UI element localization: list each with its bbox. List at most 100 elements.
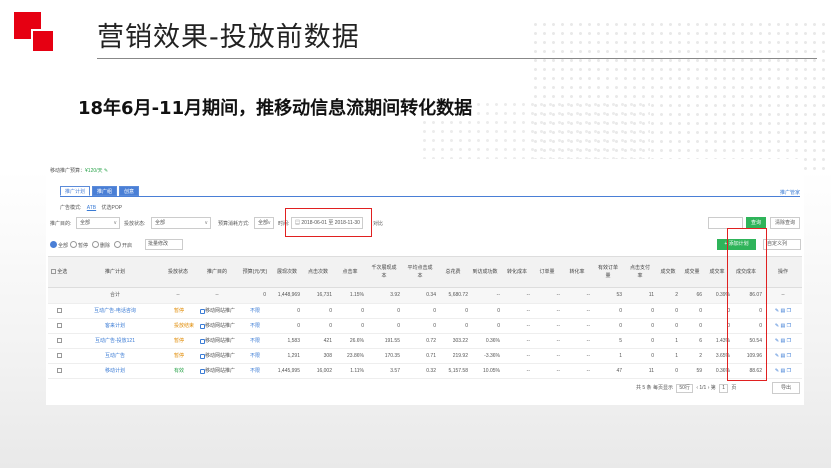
edit-icon[interactable]: ✎ — [775, 353, 779, 359]
chart-icon[interactable]: ▤ — [780, 353, 785, 359]
custom-columns-select[interactable]: 自定义列 — [763, 239, 801, 250]
cell-visits: 10.05% — [483, 368, 500, 374]
cell-deals: 0 — [675, 308, 678, 314]
pagination: 共 5 条 每页显示 50行 ‹ 1/1 › 第 1 页 — [636, 384, 736, 393]
cell-orders: -- — [556, 353, 560, 359]
batch-edit-select[interactable]: 批量修改 — [145, 239, 183, 250]
total-budget: 0 — [263, 292, 266, 298]
cell-name[interactable]: 移动计划 — [70, 364, 160, 379]
target-select[interactable]: 全部 — [76, 217, 120, 229]
copy-icon[interactable]: ❐ — [787, 368, 791, 374]
table-header: 全选 推广计划 投放状态 推广目的 预算(元/天) 展现次数 点击次数 点击率 … — [48, 256, 802, 288]
cell-name[interactable]: 客来计划 — [70, 319, 160, 334]
row-checkbox[interactable] — [48, 334, 70, 349]
edit-icon[interactable]: ✎ — [775, 323, 779, 329]
settings-icon[interactable] — [200, 369, 205, 374]
header-deals[interactable]: 成交数 — [656, 257, 680, 287]
header-deal-qty[interactable]: 成交量 — [680, 257, 704, 287]
table-row: 移动计划 有效 移动网站推广 不限 1,445,995 16,002 1.11% 3.57 0.… — [48, 364, 802, 379]
settings-icon[interactable] — [200, 324, 205, 329]
per-page-select[interactable]: 50行 — [676, 384, 693, 393]
cell-name[interactable]: 互动广告-电话咨询 — [70, 304, 160, 319]
cell-deals: 0 — [675, 368, 678, 374]
total-conv-rate: -- — [586, 292, 590, 298]
filter-all-radio[interactable]: 全部 — [50, 241, 68, 249]
filter-enable-radio[interactable]: 开启 — [114, 241, 132, 249]
clear-query-button[interactable]: 清除查询 — [770, 217, 800, 229]
header-valid-orders[interactable]: 有效订单量 — [592, 257, 624, 287]
copy-icon[interactable]: ❐ — [787, 338, 791, 344]
chart-icon[interactable]: ▤ — [780, 368, 785, 374]
table-body: 互动广告-电话咨询 暂停 移动网站推广 不限 0 0 0 0 0 0 0 -- -- -- 0 0 0 0 0 0 ✎ … — [48, 304, 802, 379]
total-ctr: 1.15% — [349, 292, 364, 298]
cell-conv-rate: -- — [586, 368, 590, 374]
prev-page-icon[interactable]: ‹ — [696, 385, 698, 391]
cell-pay-rate: 0 — [651, 308, 654, 314]
header-conv-cost[interactable]: 转化成本 — [502, 257, 532, 287]
settings-icon[interactable] — [200, 354, 205, 359]
cell-budget[interactable]: 不限 — [238, 304, 272, 319]
header-plan[interactable]: 推广计划 — [70, 257, 160, 287]
edit-icon[interactable]: ✎ — [775, 308, 779, 314]
chart-icon[interactable]: ▤ — [780, 323, 785, 329]
copy-icon[interactable]: ❐ — [787, 323, 791, 329]
filter-delete-radio[interactable]: 删除 — [92, 241, 110, 249]
mode-option-atb[interactable]: ATB — [87, 205, 96, 211]
tab-group[interactable]: 推广组 — [92, 186, 118, 196]
header-ctr[interactable]: 点击率 — [334, 257, 366, 287]
cell-budget[interactable]: 不限 — [238, 364, 272, 379]
tab-plan[interactable]: 推广计划 — [60, 186, 91, 196]
header-conv-rate[interactable]: 转化率 — [562, 257, 592, 287]
budget-value: ¥120/天 — [85, 168, 103, 174]
header-clicks[interactable]: 点击次数 — [302, 257, 334, 287]
settings-icon[interactable] — [200, 309, 205, 314]
cell-pay-rate: 0 — [651, 353, 654, 359]
header-visits[interactable]: 到访成功数 — [468, 257, 502, 287]
status-select[interactable]: 全部 — [151, 217, 211, 229]
cell-budget[interactable]: 不限 — [238, 319, 272, 334]
filter-pause-radio[interactable]: 暂停 — [70, 241, 88, 249]
edit-icon[interactable]: ✎ — [104, 168, 108, 174]
edit-icon[interactable]: ✎ — [775, 338, 779, 344]
header-cpm[interactable]: 千次展现成本 — [366, 257, 402, 287]
tab-creative[interactable]: 创意 — [119, 186, 140, 196]
cell-impressions: 0 — [297, 323, 300, 329]
cell-cpc: 0.71 — [426, 353, 436, 359]
cell-budget[interactable]: 不限 — [238, 334, 272, 349]
row-checkbox[interactable] — [48, 319, 70, 334]
header-orders[interactable]: 订单量 — [532, 257, 562, 287]
header-target[interactable]: 推广目的 — [196, 257, 238, 287]
compare-checkbox[interactable]: 对比 — [373, 220, 383, 227]
header-select-all[interactable]: 全选 — [48, 257, 70, 287]
help-link[interactable]: 推广管家 — [780, 189, 800, 196]
cell-name[interactable]: 互动广告 — [70, 349, 160, 364]
next-page-icon[interactable]: › — [708, 385, 710, 391]
cell-cost: 0 — [465, 323, 468, 329]
copy-icon[interactable]: ❐ — [787, 353, 791, 359]
row-operations: ✎ ▤ ❐ — [764, 349, 802, 364]
total-status: -- — [176, 292, 180, 298]
goto-page-input[interactable]: 1 — [719, 384, 728, 393]
status-label: 投放状态: — [124, 221, 146, 227]
title-divider — [97, 58, 817, 59]
row-checkbox[interactable] — [48, 349, 70, 364]
chart-icon[interactable]: ▤ — [780, 308, 785, 314]
settings-icon[interactable] — [200, 339, 205, 344]
row-checkbox[interactable] — [48, 364, 70, 379]
cell-name[interactable]: 互动广告-投放121 — [70, 334, 160, 349]
cell-budget[interactable]: 不限 — [238, 349, 272, 364]
copy-icon[interactable]: ❐ — [787, 308, 791, 314]
cell-orders: -- — [556, 368, 560, 374]
chart-icon[interactable]: ▤ — [780, 338, 785, 344]
header-pay-rate[interactable]: 点击支付率 — [624, 257, 656, 287]
edit-icon[interactable]: ✎ — [775, 368, 779, 374]
header-cost[interactable]: 总花费 — [438, 257, 468, 287]
header-cpc[interactable]: 平均点击成本 — [402, 257, 438, 287]
mode-option-pop[interactable]: 优选POP — [102, 205, 123, 211]
header-status[interactable]: 投放状态 — [160, 257, 196, 287]
spend-select[interactable]: 全部 — [254, 217, 274, 229]
header-budget[interactable]: 预算(元/天) — [238, 257, 272, 287]
header-impressions[interactable]: 展现次数 — [272, 257, 302, 287]
row-checkbox[interactable] — [48, 304, 70, 319]
export-button[interactable]: 导出 — [772, 382, 800, 394]
